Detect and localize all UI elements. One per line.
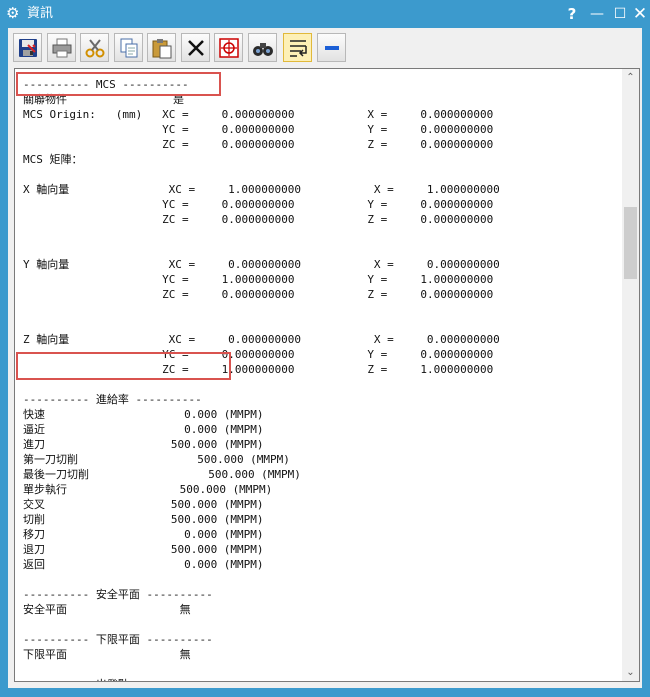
copy-button[interactable] bbox=[114, 33, 143, 62]
info-line: 單步執行 500.000 (MMPM) bbox=[23, 483, 273, 496]
feedrate-section-highlight bbox=[16, 352, 231, 380]
info-line: ---------- 出發點 ---------- bbox=[23, 678, 202, 681]
info-line: YC = 0.000000000 Y = 0.000000000 bbox=[23, 123, 494, 136]
info-window: ⚙ 資訊 ? — ☐ ✕ ---------- MCS ---------- 關… bbox=[0, 0, 650, 697]
info-line: 移刀 0.000 (MMPM) bbox=[23, 528, 264, 541]
window-client-area: ---------- MCS ---------- 關聯物件 是 MCS Origi… bbox=[8, 28, 642, 688]
toolbar bbox=[8, 28, 642, 68]
window-title: 資訊 bbox=[27, 6, 54, 21]
wrap-button[interactable] bbox=[283, 33, 312, 62]
info-line: 返回 0.000 (MMPM) bbox=[23, 558, 264, 571]
info-line: 安全平面 無 bbox=[23, 603, 191, 616]
word-wrap-icon bbox=[290, 40, 307, 57]
info-line: 切削 500.000 (MMPM) bbox=[23, 513, 264, 526]
info-line: ZC = 0.000000000 Z = 0.000000000 bbox=[23, 213, 494, 226]
scroll-up-arrow-icon[interactable]: ⌃ bbox=[622, 69, 639, 86]
gear-icon[interactable]: ⚙ bbox=[6, 4, 19, 22]
print-button[interactable] bbox=[47, 33, 76, 62]
target-button[interactable] bbox=[214, 33, 243, 62]
save-icon bbox=[19, 39, 37, 57]
delete-icon bbox=[188, 40, 204, 56]
vertical-scrollbar[interactable]: ⌃ ⌄ bbox=[622, 69, 639, 681]
info-line: 快速 0.000 (MMPM) bbox=[23, 408, 264, 421]
crosshair-icon bbox=[219, 38, 239, 58]
printer-icon bbox=[52, 38, 72, 58]
paste-button[interactable] bbox=[147, 33, 176, 62]
copy-icon bbox=[120, 38, 138, 58]
info-line: ---------- 下限平面 ---------- bbox=[23, 633, 213, 646]
maximize-button[interactable]: ☐ bbox=[610, 4, 630, 24]
info-line: MCS 矩陣： bbox=[23, 153, 83, 166]
mcs-section-highlight bbox=[16, 72, 221, 96]
info-line: Y 軸向量 XC = 0.000000000 X = 0.000000000 bbox=[23, 258, 500, 271]
info-line: ZC = 0.000000000 Z = 0.000000000 bbox=[23, 138, 494, 151]
info-text-pane[interactable]: ---------- MCS ---------- 關聯物件 是 MCS Origi… bbox=[14, 68, 640, 682]
info-line: 最後一刀切削 500.000 (MMPM) bbox=[23, 468, 301, 481]
info-line: 進刀 500.000 (MMPM) bbox=[23, 438, 264, 451]
paste-icon bbox=[152, 39, 172, 59]
close-button[interactable]: ✕ bbox=[630, 4, 650, 24]
cut-button[interactable] bbox=[80, 33, 109, 62]
info-line: YC = 1.000000000 Y = 1.000000000 bbox=[23, 273, 494, 286]
info-line: X 軸向量 XC = 1.000000000 X = 1.000000000 bbox=[23, 183, 500, 196]
scroll-down-arrow-icon[interactable]: ⌄ bbox=[622, 664, 639, 681]
info-line: YC = 0.000000000 Y = 0.000000000 bbox=[23, 198, 494, 211]
info-line: ZC = 0.000000000 Z = 0.000000000 bbox=[23, 288, 494, 301]
save-button[interactable] bbox=[13, 33, 42, 62]
scissors-icon bbox=[85, 39, 105, 58]
info-line: 退刀 500.000 (MMPM) bbox=[23, 543, 264, 556]
info-line: ---------- 安全平面 ---------- bbox=[23, 588, 213, 601]
info-line: 第一刀切削 500.000 (MMPM) bbox=[23, 453, 290, 466]
scroll-thumb[interactable] bbox=[624, 207, 637, 279]
collapse-button[interactable] bbox=[317, 33, 346, 62]
help-button[interactable]: ? bbox=[562, 4, 582, 24]
info-line: 下限平面 無 bbox=[23, 648, 191, 661]
info-line: MCS Origin: (mm) XC = 0.000000000 X = 0.… bbox=[23, 108, 494, 121]
find-button[interactable] bbox=[248, 33, 277, 62]
minus-icon bbox=[325, 46, 339, 50]
info-line: Z 軸向量 XC = 0.000000000 X = 0.000000000 bbox=[23, 333, 500, 346]
minimize-button[interactable]: — bbox=[587, 4, 607, 24]
binoculars-icon bbox=[253, 43, 273, 56]
info-line: 逼近 0.000 (MMPM) bbox=[23, 423, 264, 436]
title-bar[interactable]: ⚙ 資訊 ? — ☐ ✕ bbox=[0, 0, 650, 28]
info-line: 交叉 500.000 (MMPM) bbox=[23, 498, 264, 511]
delete-button[interactable] bbox=[181, 33, 210, 62]
info-line: ---------- 進給率 ---------- bbox=[23, 393, 202, 406]
